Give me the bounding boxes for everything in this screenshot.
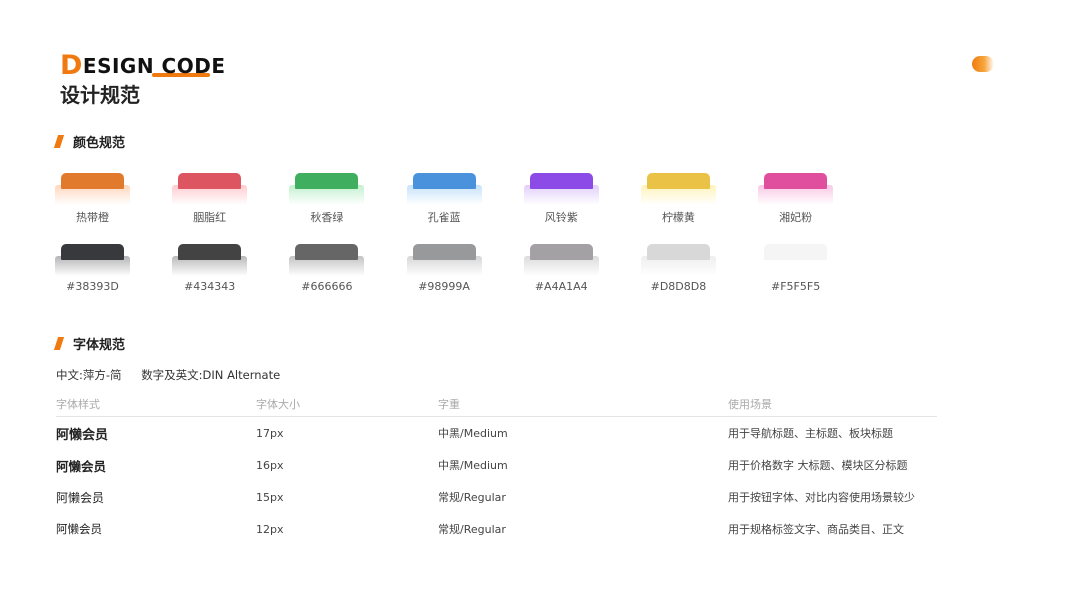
color-name: 秋香绿 (310, 211, 344, 224)
color-name: 胭脂红 (193, 211, 227, 224)
en-font-label: 数字及英文:DIN Alternate (141, 368, 281, 382)
color-name: #98999A (418, 280, 470, 293)
color-name: #D8D8D8 (650, 280, 707, 293)
color-chip (172, 173, 248, 205)
font-weight-value: 常规/Regular (438, 491, 506, 504)
color-chip (758, 244, 834, 276)
color-swatch: 孔雀蓝 (406, 173, 482, 225)
color-chip (640, 244, 716, 276)
page-subtitle: 设计规范 (60, 83, 140, 107)
color-swatch: #F5F5F5 (758, 244, 834, 293)
header: DESIGN CODE 设计规范 (60, 52, 226, 108)
color-name: #A4A1A4 (534, 280, 588, 293)
color-swatch: 热带橙 (55, 173, 130, 225)
color-chip (289, 244, 365, 276)
column-header: 使用场景 (728, 398, 772, 411)
color-name: 热带橙 (76, 211, 109, 224)
color-name: #666666 (301, 280, 353, 293)
table-row: 阿懒会员 17px 中黑/Medium 用于导航标题、主标题、板块标题 (56, 417, 937, 449)
color-swatch: 柠檬黄 (640, 173, 716, 225)
font-section-header: 字体规范 (53, 334, 126, 353)
color-section-header: 颜色规范 (53, 132, 126, 151)
title-rest: ESIGN CODE (82, 54, 226, 78)
font-spec-table: 字体样式 字体大小 字重 使用场景 阿懒会员 17px 中黑/Medium 用于… (56, 396, 937, 545)
table-row: 阿懒会员 12px 常规/Regular 用于规格标签文字、商品类目、正文 (56, 513, 937, 545)
font-sample: 阿懒会员 (56, 427, 109, 443)
font-weight-value: 中黑/Medium (438, 459, 508, 472)
font-family-info: 中文:萍方-简 数字及英文:DIN Alternate (56, 367, 280, 383)
color-name: 风铃紫 (544, 211, 578, 224)
font-size-value: 16px (256, 458, 284, 472)
usage-value: 用于按钮字体、对比内容使用场景较少 (728, 491, 915, 504)
color-chip (55, 244, 130, 276)
color-chip (55, 173, 130, 205)
color-name: #38393D (66, 280, 119, 293)
color-chip (406, 173, 482, 205)
color-name: #F5F5F5 (771, 280, 821, 293)
gray-color-row: #38393D #434343 #666666 #98999A #A4A1A4 #D8D8… (55, 244, 875, 293)
font-sample: 阿懒会员 (56, 522, 102, 536)
usage-value: 用于价格数字 大标题、模块区分标题 (728, 459, 908, 472)
title-initial: D (60, 50, 83, 81)
color-swatch: #98999A (406, 244, 482, 293)
color-name: #434343 (184, 280, 236, 293)
usage-value: 用于导航标题、主标题、板块标题 (728, 427, 893, 440)
color-chip (640, 173, 716, 205)
color-chip (523, 244, 599, 276)
section-slash-icon (53, 135, 65, 148)
column-header: 字重 (438, 398, 460, 411)
design-code-title: DESIGN CODE (60, 52, 226, 80)
color-swatch: 秋香绿 (289, 173, 365, 225)
color-chip (172, 244, 248, 276)
table-header: 字体样式 字体大小 字重 使用场景 (56, 396, 937, 417)
color-swatch: 湘妃粉 (758, 173, 834, 225)
color-name: 柠檬黄 (661, 211, 695, 224)
decorative-dot-icon (972, 56, 994, 72)
color-chip (406, 244, 482, 276)
color-name: 湘妃粉 (779, 211, 813, 224)
font-size-value: 15px (256, 490, 284, 504)
color-chip (758, 173, 834, 205)
font-section-title: 字体规范 (73, 338, 126, 353)
color-swatch: 胭脂红 (172, 173, 248, 225)
font-size-value: 12px (256, 522, 284, 536)
color-swatch: #D8D8D8 (640, 244, 716, 293)
section-slash-icon (53, 337, 65, 350)
cn-font-label: 中文:萍方-简 (56, 368, 122, 382)
table-row: 阿懒会员 16px 中黑/Medium 用于价格数字 大标题、模块区分标题 (56, 449, 937, 481)
color-name: 孔雀蓝 (427, 211, 461, 224)
column-header: 字体大小 (256, 398, 300, 411)
font-weight-value: 常规/Regular (438, 523, 506, 536)
color-swatch: 风铃紫 (523, 173, 599, 225)
column-header: 字体样式 (56, 398, 100, 411)
color-swatch: #434343 (172, 244, 248, 293)
font-sample: 阿懒会员 (56, 490, 105, 505)
color-swatch: #A4A1A4 (523, 244, 599, 293)
usage-value: 用于规格标签文字、商品类目、正文 (728, 523, 904, 536)
color-swatch: #666666 (289, 244, 365, 293)
font-size-value: 17px (256, 426, 284, 440)
font-weight-value: 中黑/Medium (438, 427, 508, 440)
color-section-title: 颜色规范 (73, 136, 126, 151)
table-row: 阿懒会员 15px 常规/Regular 用于按钮字体、对比内容使用场景较少 (56, 481, 937, 513)
font-sample: 阿懒会员 (56, 458, 107, 474)
color-chip (289, 173, 365, 205)
color-chip (523, 173, 599, 205)
brand-color-row: 热带橙 胭脂红 秋香绿 孔雀蓝 风铃紫 柠檬黄 湘妃粉 (55, 173, 875, 225)
color-swatch: #38393D (55, 244, 130, 293)
